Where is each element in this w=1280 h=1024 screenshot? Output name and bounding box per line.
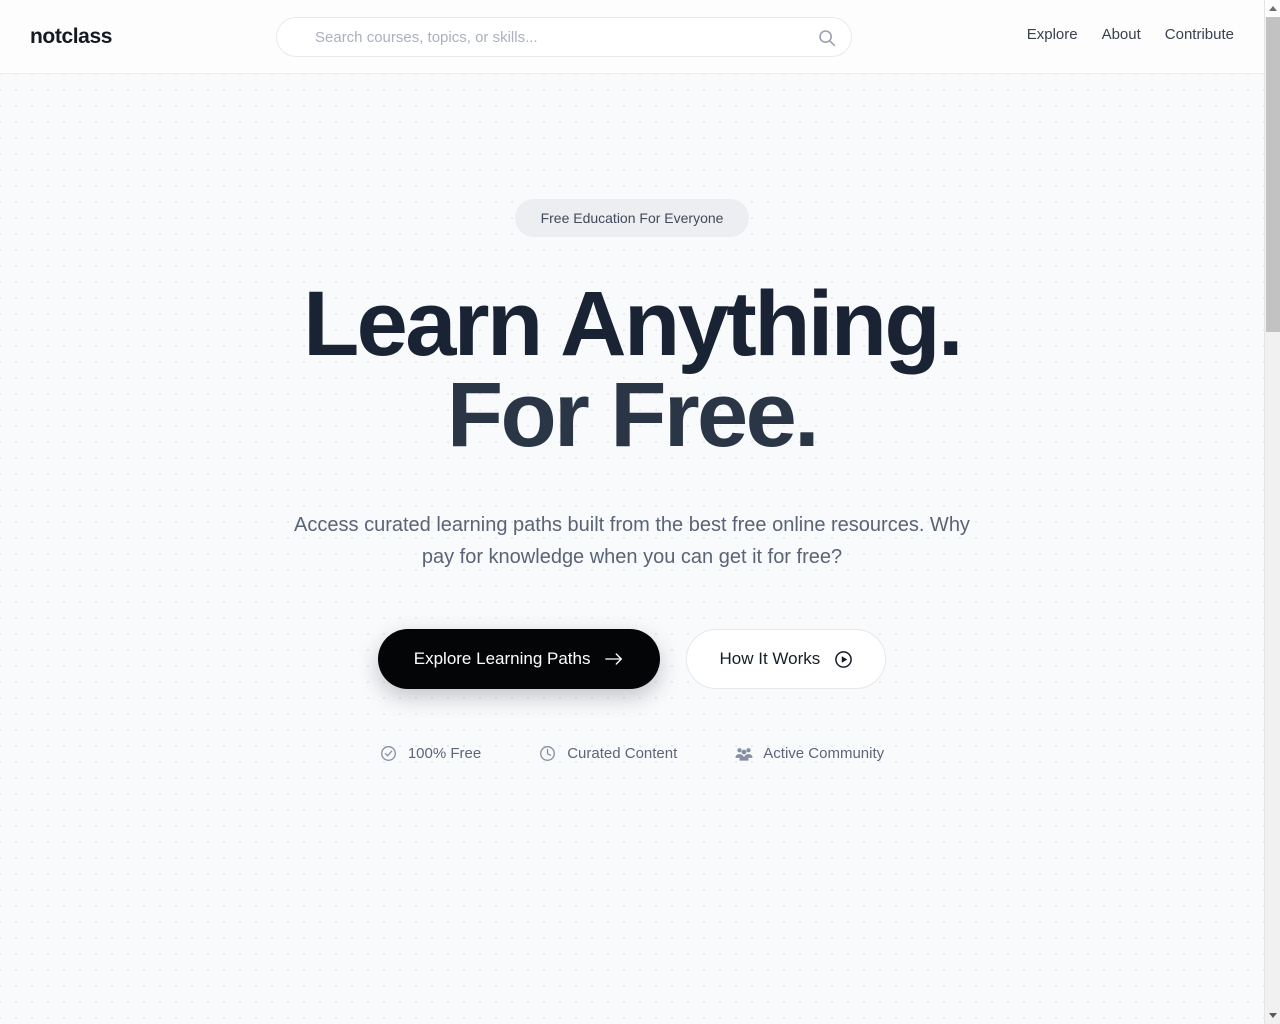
explore-learning-paths-button[interactable]: Explore Learning Paths	[377, 629, 661, 690]
search-bar[interactable]	[276, 17, 852, 57]
vertical-scrollbar[interactable]	[1264, 0, 1280, 1024]
scroll-down-arrow-icon	[1268, 1013, 1277, 1018]
hero-section: Free Education For Everyone Learn Anythi…	[0, 74, 1264, 1024]
headline-line-1: Learn Anything.	[303, 273, 963, 375]
browser-viewport: notclass Explore About Contribute Free	[0, 0, 1280, 1024]
hero-content: Free Education For Everyone Learn Anythi…	[0, 74, 1264, 762]
explore-learning-paths-label: Explore Learning Paths	[413, 649, 591, 669]
search-icon[interactable]	[817, 28, 837, 48]
feature-label-community: Active Community	[763, 745, 885, 763]
page-title: Learn Anything. For Free.	[0, 273, 1264, 467]
hero-badge: Free Education For Everyone	[514, 199, 750, 237]
play-circle-icon	[834, 650, 853, 669]
main-navigation: Explore About Contribute	[1027, 26, 1234, 43]
page-content: notclass Explore About Contribute Free	[0, 0, 1264, 1024]
search-input[interactable]	[315, 18, 837, 56]
scroll-down-arrow[interactable]	[1265, 1007, 1280, 1024]
scroll-up-arrow-icon	[1268, 6, 1277, 11]
how-it-works-label: How It Works	[719, 649, 821, 669]
check-circle-icon	[380, 745, 397, 762]
hero-feature-list: 100% Free Curated Content Active Communi…	[0, 745, 1264, 762]
feature-label-free: 100% Free	[407, 745, 482, 763]
users-group-icon	[735, 745, 753, 762]
feature-item-curated: Curated Content	[539, 745, 677, 762]
hero-cta-row: Explore Learning Paths How It Works	[0, 629, 1264, 690]
arrow-right-icon	[604, 651, 624, 667]
feature-item-community: Active Community	[735, 745, 884, 762]
clock-icon	[539, 745, 556, 762]
feature-label-curated: Curated Content	[567, 745, 678, 763]
headline-line-2: For Free.	[446, 364, 820, 467]
how-it-works-button[interactable]: How It Works	[686, 629, 887, 690]
hero-subtitle: Access curated learning paths built from…	[294, 514, 970, 569]
site-header: notclass Explore About Contribute	[0, 0, 1264, 74]
nav-link-contribute[interactable]: Contribute	[1165, 26, 1234, 43]
nav-link-explore[interactable]: Explore	[1027, 26, 1078, 43]
feature-item-free: 100% Free	[380, 745, 481, 762]
site-logo[interactable]: notclass	[30, 25, 112, 49]
scrollbar-thumb[interactable]	[1266, 17, 1280, 332]
scroll-up-arrow[interactable]	[1265, 0, 1280, 17]
nav-link-about[interactable]: About	[1102, 26, 1141, 43]
